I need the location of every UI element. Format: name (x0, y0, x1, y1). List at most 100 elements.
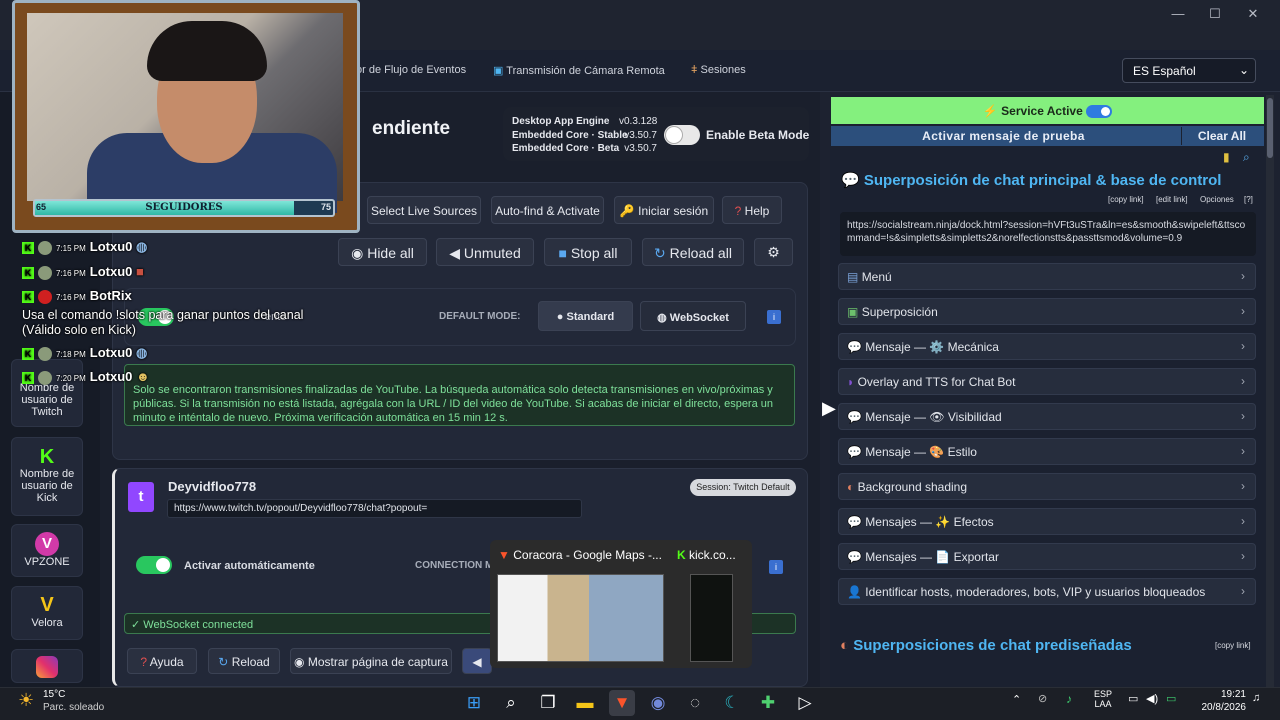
stop-all-button[interactable]: ■ Stop all (544, 238, 632, 266)
mode-websocket-button[interactable]: ◍ WebSocket (640, 301, 746, 331)
preview-window-kick[interactable]: K kick.co... (677, 548, 736, 562)
search-icon[interactable]: ⌕ (1243, 150, 1250, 165)
auto-find-button[interactable]: Auto-find & Activate (491, 196, 604, 224)
info-icon[interactable]: i (767, 310, 781, 324)
accordion-effects[interactable]: 💬 Mensajes — ✨ Efectos › (838, 508, 1256, 535)
chevron-right-icon: › (1241, 374, 1245, 388)
sidebar-item-kick[interactable]: K Nombre de usuario de Kick (11, 437, 83, 516)
nav-sessions[interactable]: ǂ Sesiones (691, 64, 746, 76)
copy-link[interactable]: [copy link] (1108, 195, 1144, 204)
connection-label: CONNECTION M (415, 560, 494, 571)
service-toggle[interactable] (1086, 105, 1113, 119)
nav-remote-camera[interactable]: ▣ Transmisión de Cámara Remota (493, 64, 665, 77)
extra-button[interactable]: ◀ (462, 648, 492, 674)
engine-labels: Desktop App Engine Embedded Core · Stabl… (512, 115, 628, 156)
help-link[interactable]: [?] (1244, 195, 1253, 204)
weather-temp[interactable]: 15°C (43, 689, 65, 700)
preview-window-maps[interactable]: ▼ Coracora - Google Maps -... (498, 548, 662, 562)
accordion-style[interactable]: 💬 Mensaje — 🎨 Estilo › (838, 438, 1256, 465)
hide-all-button[interactable]: ◉ Hide all (338, 238, 427, 266)
chevron-right-icon: › (1241, 549, 1245, 563)
chevron-right-icon: › (1241, 409, 1245, 423)
clock-date[interactable]: 20/8/2026 (1197, 702, 1247, 713)
palette-icon: ◐ (847, 480, 855, 494)
ayuda-button[interactable]: ? Ayuda (127, 648, 197, 674)
accordion-visibility[interactable]: 💬 Mensaje — 👁 Visibilidad › (838, 403, 1256, 430)
chrome-icon[interactable]: ◌ (682, 690, 708, 716)
sidebar-item-velora[interactable]: V Velora (11, 586, 83, 640)
task-view-icon[interactable]: ❐ (535, 690, 561, 716)
accordion-export[interactable]: 💬 Mensajes — 📄 Exportar › (838, 543, 1256, 570)
battery-icon[interactable]: ▭ (1166, 692, 1176, 705)
language-indicator[interactable]: ESP LAA (1094, 689, 1112, 709)
login-button[interactable]: 🔑 Iniciar sesión (614, 196, 714, 224)
auto-activate-toggle[interactable] (136, 556, 172, 574)
file-explorer-icon[interactable]: ▬ (572, 690, 598, 716)
language-select[interactable]: ES Español ⌄ (1122, 58, 1256, 83)
display-icon[interactable]: ▭ (1128, 692, 1138, 705)
copy-link[interactable]: [copy link] (1215, 641, 1251, 650)
search-icon[interactable]: ⌕ (498, 690, 524, 716)
dock-url[interactable]: https://socialstream.ninja/dock.html?ses… (840, 212, 1256, 256)
emote-icon: ◍ (136, 345, 148, 360)
play-arrow-icon[interactable]: ▶ (822, 398, 836, 419)
chevron-down-icon: ⌄ (1238, 63, 1249, 77)
test-message-button[interactable]: Activar mensaje de prueba (831, 129, 1176, 143)
sidebar-item-instagram[interactable] (11, 649, 83, 683)
accordion-label: Superposición (861, 305, 938, 319)
preview-thumbnail-maps[interactable] (497, 574, 664, 662)
help-button[interactable]: ? Help (722, 196, 782, 224)
preview-title: Coracora - Google Maps -... (513, 548, 662, 562)
notification-bell-icon[interactable]: ♫ (1252, 692, 1260, 704)
avatar (38, 346, 52, 361)
book-icon[interactable]: ▮ (1223, 150, 1230, 164)
scrollbar[interactable] (1266, 95, 1274, 687)
accordion-menu[interactable]: ▤ Menú › (838, 263, 1256, 290)
chat-bubble-icon: 💬 (847, 445, 862, 459)
emote-icon: ◍ (136, 239, 148, 254)
accordion-overlay[interactable]: ▣ Superposición › (838, 298, 1256, 325)
avatar (38, 240, 52, 255)
stop-icon: ■ (558, 245, 567, 261)
microphone-icon[interactable]: ♪ (1066, 692, 1072, 706)
tray-chevron-up-icon[interactable]: ⌃ (1012, 693, 1021, 706)
info-icon[interactable]: i (769, 560, 783, 574)
twitch-icon: t (128, 482, 154, 512)
minimize-button[interactable]: — (1168, 6, 1188, 21)
sidebar-item-vpzone[interactable]: V VPZONE (11, 524, 83, 577)
app-puzzle-icon[interactable]: ✚ (755, 690, 781, 716)
preview-thumbnail-kick[interactable] (690, 574, 733, 662)
settings-button[interactable]: ⚙ (754, 238, 793, 266)
close-button[interactable]: ✕ (1243, 6, 1263, 22)
network-off-icon[interactable]: ⊘ (1038, 692, 1047, 705)
scrollbar-thumb[interactable] (1267, 98, 1273, 158)
edit-link[interactable]: [edit link] (1156, 195, 1188, 204)
weather-desc[interactable]: Parc. soleado (43, 702, 104, 713)
maximize-button[interactable]: ☐ (1205, 6, 1225, 22)
brave-icon[interactable]: ▼ (609, 690, 635, 716)
unmuted-button[interactable]: ◀ Unmuted (436, 238, 534, 266)
app-c-icon[interactable]: ☾ (719, 690, 745, 716)
accordion-identify[interactable]: 👤 Identificar hosts, moderadores, bots, … (838, 578, 1256, 605)
reload-button[interactable]: ↻ Reload (208, 648, 280, 674)
source-url-input[interactable]: https://www.twitch.tv/popout/Deyvidfloo7… (167, 499, 582, 518)
media-player-icon[interactable]: ▷ (792, 690, 818, 716)
nav-event-flow[interactable]: or de Flujo de Eventos (356, 64, 466, 76)
accordion-label: Mensaje — 🎨 Estilo (865, 445, 977, 459)
show-capture-button[interactable]: ◉ Mostrar página de captura (290, 648, 452, 674)
accordion-background[interactable]: ◐ Background shading › (838, 473, 1256, 500)
windows-start-icon[interactable]: ⊞ (461, 690, 487, 716)
beta-mode-toggle[interactable] (664, 125, 700, 145)
palette-icon: ◐ (840, 637, 850, 654)
discord-icon[interactable]: ◉ (645, 690, 671, 716)
clear-all-button[interactable]: Clear All (1183, 129, 1261, 143)
options-link[interactable]: Opciones (1200, 195, 1234, 204)
select-live-sources-button[interactable]: Select Live Sources (367, 196, 481, 224)
accordion-chatbot[interactable]: ◗ Overlay and TTS for Chat Bot › (838, 368, 1256, 395)
mode-standard-button[interactable]: ● Standard (538, 301, 633, 331)
speaker-icon[interactable]: ◀) (1146, 692, 1158, 705)
clock-time[interactable]: 19:21 (1216, 689, 1246, 700)
kick-icon: K (22, 290, 34, 303)
accordion-mechanics[interactable]: 💬 Mensaje — ⚙️ Mecánica › (838, 333, 1256, 360)
reload-all-button[interactable]: ↻ Reload all (642, 238, 744, 266)
